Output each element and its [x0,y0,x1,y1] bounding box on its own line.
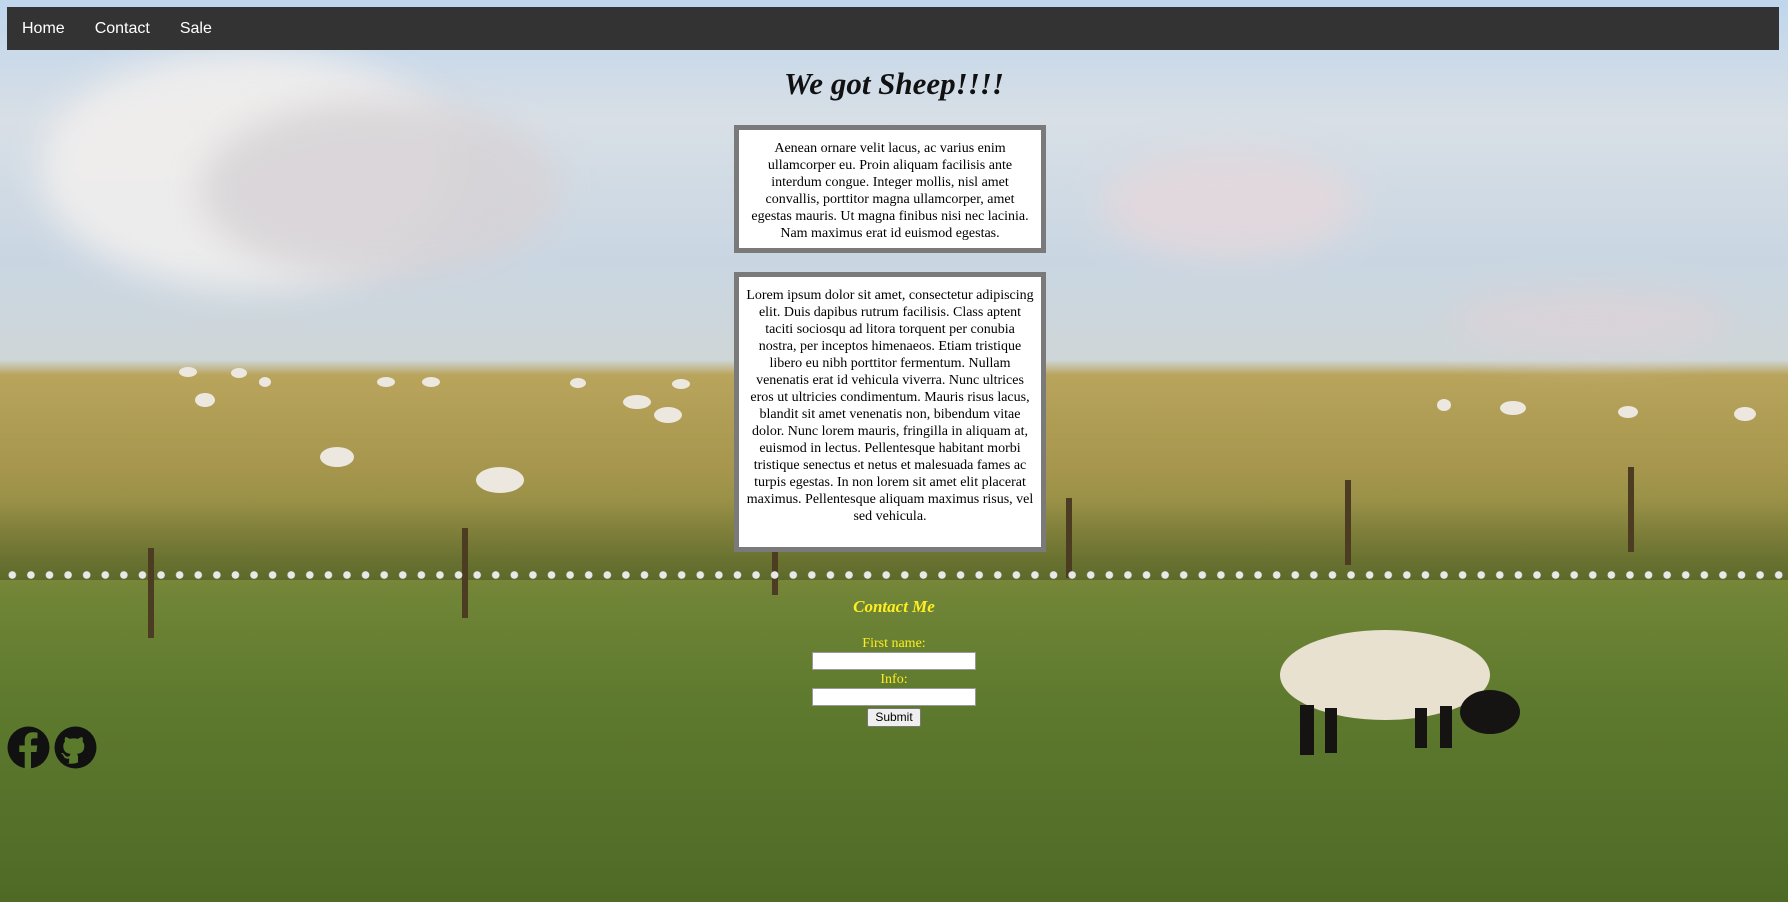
social-links [7,726,97,769]
fence-post [1066,498,1072,578]
submit-button[interactable]: Submit [867,708,921,727]
page-title: We got Sheep!!!! [784,66,1004,101]
cloud-shape [1450,290,1730,350]
nav-sale-link[interactable]: Sale [165,7,227,50]
fence-post [148,548,154,638]
cloud-shape [200,100,560,280]
nav-contact-link[interactable]: Contact [80,7,165,50]
github-icon[interactable] [54,726,97,769]
fence-post [1345,480,1351,565]
cloud-shape [1100,150,1360,260]
text-box-1: Aenean ornare velit lacus, ac varius eni… [734,125,1046,253]
first-name-label: First name: [862,636,926,651]
info-input[interactable] [812,688,976,706]
top-navbar: Home Contact Sale [7,7,1779,50]
first-name-input[interactable] [812,652,976,670]
contact-title: Contact Me [853,597,935,616]
fence-post [1628,467,1634,552]
info-label: Info: [880,672,908,687]
nav-home-link[interactable]: Home [7,7,80,50]
dotted-divider [0,570,1788,580]
facebook-icon[interactable] [7,726,50,769]
text-box-2: Lorem ipsum dolor sit amet, consectetur … [734,272,1046,552]
